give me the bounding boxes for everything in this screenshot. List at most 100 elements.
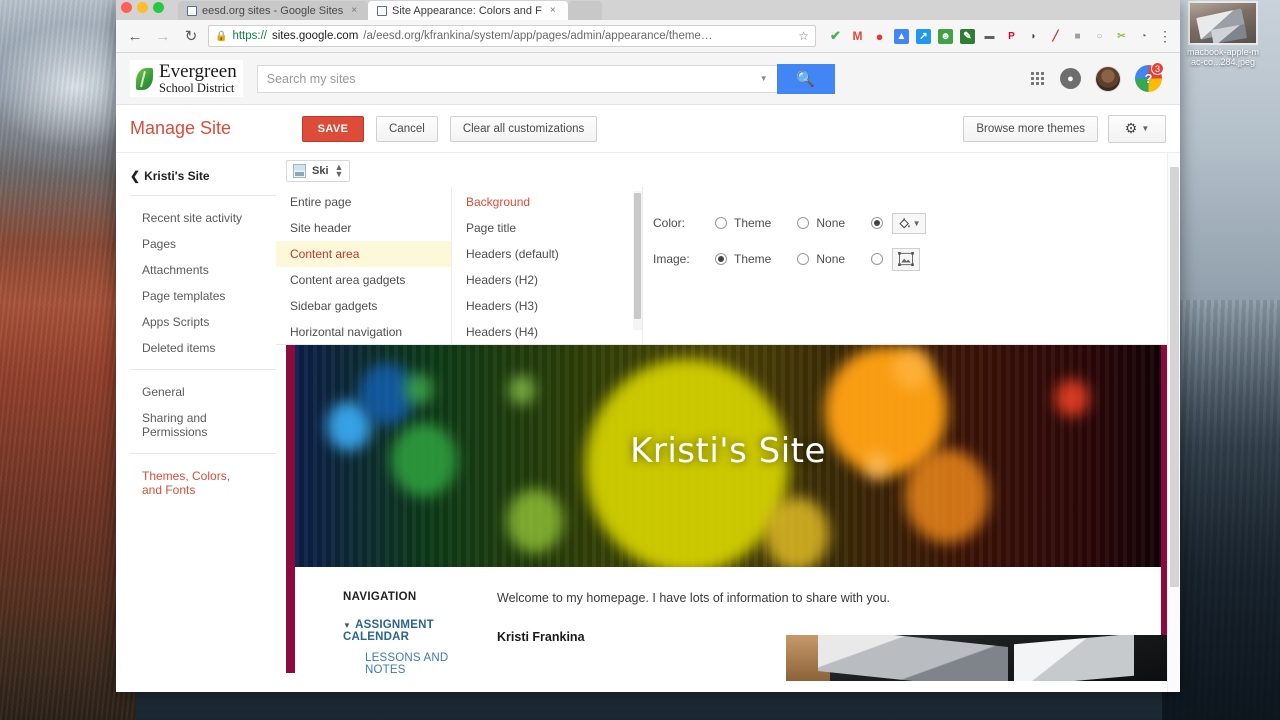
browser-tab-2[interactable]: Site Appearance: Colors and F × <box>368 1 568 20</box>
color-custom-radio[interactable] <box>871 217 884 229</box>
checkmark-extension-icon[interactable]: ✔ <box>828 28 843 44</box>
property-headers-h4[interactable]: Headers (H4) <box>452 319 642 345</box>
location-pin-extension-icon[interactable]: ● <box>872 29 887 44</box>
color-theme-radio[interactable] <box>715 217 727 229</box>
sidebar-item-themes-colors-and-fonts[interactable]: Themes, Colors, and Fonts <box>130 463 238 503</box>
site-header-actions: ● ? 3 <box>1029 62 1166 92</box>
sidebar-group-2: General Sharing and Permissions <box>130 369 276 453</box>
area-content-area[interactable]: Content area <box>276 241 451 267</box>
scissors-extension-icon[interactable]: ✂ <box>1114 29 1129 44</box>
image-custom-radio[interactable] <box>871 253 884 265</box>
arrow-extension-icon[interactable]: ↗ <box>916 28 931 44</box>
address-bar[interactable]: 🔒 https:// sites.google.com/a/eesd.org/kf… <box>208 25 816 47</box>
paint-bucket-icon <box>898 217 910 228</box>
pen-extension-icon[interactable]: ╱ <box>1048 29 1063 44</box>
page-scrollbar[interactable] <box>1167 153 1180 692</box>
sidebar-item-deleted-items[interactable]: Deleted items <box>130 335 276 361</box>
property-headers-h3[interactable]: Headers (H3) <box>452 293 642 319</box>
preview-nav-lessons-and-notes[interactable]: LESSONS AND NOTES <box>343 652 485 676</box>
sidebar-item-sharing-and-permissions[interactable]: Sharing and Permissions <box>130 405 226 445</box>
property-background[interactable]: Background <box>452 189 642 215</box>
tab-2-title: Site Appearance: Colors and F <box>392 4 542 17</box>
image-picker-button[interactable] <box>892 247 921 271</box>
new-tab-button[interactable] <box>568 1 602 20</box>
image-thumbnail-icon <box>1188 1 1258 45</box>
page-title: Manage Site <box>130 118 232 138</box>
color-theme-label: Theme <box>734 216 772 230</box>
minimize-window-button[interactable] <box>137 2 148 13</box>
preview-navigation: NAVIGATION ▼ ASSIGNMENT CALENDAR LESSONS … <box>295 591 485 676</box>
gmail-extension-icon[interactable]: M <box>850 29 865 44</box>
back-button[interactable]: ← <box>124 25 146 47</box>
evernote-extension-icon[interactable]: ◔ <box>1136 29 1151 44</box>
area-sidebar-gadgets[interactable]: Sidebar gadgets <box>276 293 451 319</box>
sidebar-item-apps-scripts[interactable]: Apps Scripts <box>130 309 276 335</box>
browse-more-themes-button[interactable]: Browse more themes <box>963 115 1098 142</box>
browser-toolbar: ← → ↻ 🔒 https:// sites.google.com/a/eesd.… <box>116 20 1180 53</box>
caret-down-icon[interactable]: ▼ <box>913 219 921 228</box>
clock-extension-icon[interactable]: ○ <box>1092 29 1107 44</box>
tab-2-close-icon[interactable]: × <box>550 5 556 16</box>
color-none-radio[interactable] <box>797 217 810 229</box>
bell-icon[interactable]: ● <box>1060 68 1081 89</box>
camera-extension-icon[interactable]: ▬ <box>982 29 997 44</box>
sidebar-back-label: Kristi's Site <box>144 169 210 183</box>
clear-customizations-button[interactable]: Clear all customizations <box>449 115 598 142</box>
color-option-row: Color: Theme None ▼ <box>653 205 1180 241</box>
image-label: Image: <box>653 252 690 266</box>
image-none-radio[interactable] <box>797 253 810 265</box>
cancel-button[interactable]: Cancel <box>376 115 438 142</box>
bookmark-star-icon[interactable]: ☆ <box>798 29 809 43</box>
preview-nav-assignment-calendar[interactable]: ▼ ASSIGNMENT CALENDAR <box>343 619 485 643</box>
apps-grid-icon[interactable] <box>1029 70 1046 87</box>
theme-selector[interactable]: Ski ▲ ▼ <box>286 160 351 182</box>
pocket-extension-icon[interactable]: ■ <box>1070 29 1085 44</box>
area-site-header[interactable]: Site header <box>276 215 451 241</box>
spinner-updown-icon[interactable]: ▲ ▼ <box>335 163 344 179</box>
browser-window: eesd.org sites - Google Sites × Site App… <box>116 0 1180 692</box>
user-avatar[interactable] <box>1095 65 1121 92</box>
area-content-area-gadgets[interactable]: Content area gadgets <box>276 267 451 293</box>
google-help-icon[interactable]: ? 3 <box>1135 62 1164 92</box>
save-button[interactable]: SAVE <box>302 115 364 142</box>
image-theme-radio[interactable] <box>715 253 727 265</box>
page-scrollbar-thumb[interactable] <box>1170 167 1179 587</box>
tab-1-close-icon[interactable]: × <box>351 5 357 16</box>
pinterest-extension-icon[interactable]: P <box>1004 29 1019 44</box>
browser-tab-strip: eesd.org sites - Google Sites × Site App… <box>116 0 1180 20</box>
logo-line-2: School District <box>159 80 235 95</box>
forward-button[interactable]: → <box>152 25 174 47</box>
settings-button[interactable]: ⚙ ▼ <box>1108 114 1166 143</box>
speaker-extension-icon[interactable]: ◗ <box>1026 29 1041 44</box>
contacts-extension-icon[interactable]: ☻ <box>938 28 953 44</box>
desktop-file-icon[interactable]: macbook-apple-mac-co...284.jpeg <box>1186 1 1260 67</box>
maximize-window-button[interactable] <box>153 2 164 13</box>
evergreen-logo[interactable]: Evergreen School District <box>130 59 243 98</box>
paint-bucket-button[interactable]: ▼ <box>892 212 927 234</box>
property-scrollbar-thumb[interactable] <box>634 193 641 319</box>
sticky-note-extension-icon[interactable]: ✎ <box>960 28 975 44</box>
search-button[interactable]: 🔍 <box>776 63 835 94</box>
reload-button[interactable]: ↻ <box>180 25 202 47</box>
chevron-down-icon[interactable]: ▼ <box>760 74 768 83</box>
sidebar-item-page-templates[interactable]: Page templates <box>130 283 276 309</box>
search-input[interactable]: Search my sites ▼ <box>256 64 777 93</box>
browser-tab-1[interactable]: eesd.org sites - Google Sites × <box>178 1 368 20</box>
property-headers-default[interactable]: Headers (default) <box>452 241 642 267</box>
sidebar-item-attachments[interactable]: Attachments <box>130 257 276 283</box>
area-entire-page[interactable]: Entire page <box>276 189 451 215</box>
close-window-button[interactable] <box>121 2 132 13</box>
sidebar-item-general[interactable]: General <box>130 379 276 405</box>
sidebar-group-1: Recent site activity Pages Attachments P… <box>130 195 276 369</box>
sidebar-back-to-site[interactable]: ❮ Kristi's Site <box>130 169 276 183</box>
collapse-triangle-icon[interactable]: ▼ <box>343 621 351 630</box>
property-page-title[interactable]: Page title <box>452 215 642 241</box>
window-controls[interactable] <box>116 2 164 13</box>
manage-toolbar-right: Browse more themes ⚙ ▼ <box>963 114 1166 143</box>
property-headers-h2[interactable]: Headers (H2) <box>452 267 642 293</box>
browser-menu-icon[interactable]: ⋮ <box>1158 28 1172 45</box>
sidebar-item-recent-site-activity[interactable]: Recent site activity <box>130 205 276 231</box>
area-horizontal-navigation[interactable]: Horizontal navigation <box>276 319 451 345</box>
drive-extension-icon[interactable]: ▲ <box>894 28 909 44</box>
sidebar-item-pages[interactable]: Pages <box>130 231 276 257</box>
